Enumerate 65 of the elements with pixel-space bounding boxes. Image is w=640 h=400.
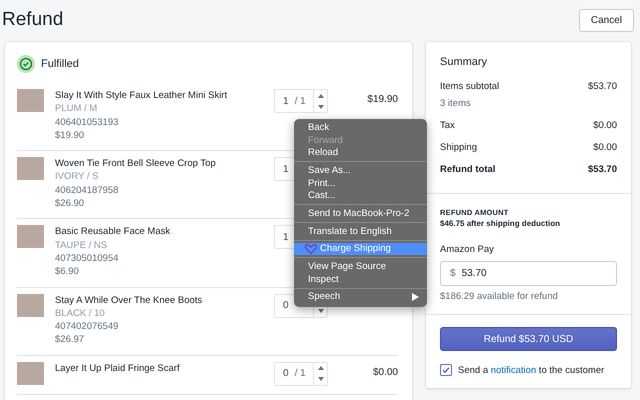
cancel-button[interactable]: Cancel bbox=[578, 8, 634, 32]
line-total: $0.00 bbox=[372, 366, 398, 378]
unit-price: $19.90 bbox=[55, 128, 86, 142]
down-icon[interactable] bbox=[318, 104, 324, 108]
product-name: Stay A While Over The Knee Boots bbox=[55, 294, 204, 307]
summary-value: $53.70 bbox=[588, 81, 617, 92]
notification-link[interactable]: notification bbox=[490, 364, 536, 376]
up-icon[interactable] bbox=[318, 366, 324, 370]
summary-value: $0.00 bbox=[593, 142, 617, 153]
menu-item[interactable]: View Page Source bbox=[294, 260, 427, 273]
menu-item[interactable]: Translate to English bbox=[294, 224, 427, 238]
menu-item[interactable]: Cast... bbox=[294, 189, 427, 202]
quantity-field[interactable]: 1 / 1 bbox=[274, 89, 328, 113]
deduction-note: $46.75 after shipping deduction bbox=[440, 219, 562, 228]
refund-button[interactable]: Refund $53.70 USD bbox=[440, 327, 617, 351]
product-sku: 407402076549 bbox=[55, 320, 120, 334]
summary-label: Refund total bbox=[440, 164, 496, 175]
product-sku: 407305010954 bbox=[55, 252, 120, 266]
page-title: Refund bbox=[2, 9, 64, 31]
product-variant: IVORY / S bbox=[55, 170, 100, 184]
status-label: Fulfilled bbox=[41, 58, 79, 70]
product-variant: TAUPE / NS bbox=[55, 238, 108, 252]
amount-field[interactable]: $ 53.70 bbox=[440, 261, 617, 286]
heart-icon bbox=[305, 244, 317, 254]
product-sku: 406204187958 bbox=[55, 184, 120, 198]
notify-checkbox[interactable] bbox=[440, 364, 452, 376]
product-variant: BLACK / 10 bbox=[55, 306, 106, 320]
product-name: Woven Tie Front Bell Sleeve Crop Top bbox=[55, 157, 217, 170]
product-name: Slay It With Style Faux Leather Mini Skirt bbox=[55, 89, 228, 102]
product-photo bbox=[17, 362, 44, 385]
method-label: Amazon Pay bbox=[440, 244, 495, 255]
menu-item[interactable]: Send to MacBook-Pro-2 bbox=[294, 207, 427, 220]
product-variant: PLUM / M bbox=[55, 102, 98, 116]
summary-value: $53.70 bbox=[588, 164, 617, 175]
summary-title: Summary bbox=[440, 56, 488, 68]
summary-label: Tax bbox=[440, 120, 455, 131]
quantity-field[interactable]: 0 / 1 bbox=[274, 362, 328, 386]
summary-value: $0.00 bbox=[593, 120, 617, 131]
check-circle-icon bbox=[17, 55, 35, 73]
menu-item[interactable]: Reload bbox=[294, 146, 427, 160]
product-photo bbox=[17, 225, 44, 248]
item-count: 3 items bbox=[440, 98, 472, 109]
down-icon[interactable] bbox=[318, 377, 324, 382]
summary-label: Shipping bbox=[440, 142, 477, 153]
submenu-arrow-icon bbox=[412, 292, 419, 301]
unit-price: $6.90 bbox=[55, 265, 80, 279]
product-name: Layer It Up Plaid Fringe Scarf bbox=[55, 362, 181, 376]
unit-price: $26.97 bbox=[55, 333, 86, 347]
line-total: $19.90 bbox=[366, 93, 398, 105]
product-photo bbox=[17, 157, 44, 180]
menu-item[interactable]: Back bbox=[294, 121, 427, 134]
menu-item[interactable]: Print... bbox=[294, 176, 427, 190]
notify-label: Send a notification to the customer bbox=[458, 364, 604, 376]
product-photo bbox=[17, 89, 44, 112]
menu-item[interactable]: Charge Shipping bbox=[294, 242, 427, 256]
available-note: $186.29 available for refund bbox=[440, 291, 559, 302]
up-icon[interactable] bbox=[318, 94, 324, 98]
menu-item[interactable]: Inspect bbox=[294, 272, 427, 286]
product-name: Basic Reusable Face Mask bbox=[55, 225, 172, 239]
menu-item[interactable]: Save As... bbox=[294, 164, 427, 177]
menu-item[interactable]: Speech bbox=[294, 290, 427, 304]
product-photo bbox=[17, 294, 44, 317]
unit-price: $26.90 bbox=[55, 197, 86, 210]
product-sku: 406401053193 bbox=[55, 116, 120, 129]
summary-label: Items subtotal bbox=[440, 81, 500, 92]
